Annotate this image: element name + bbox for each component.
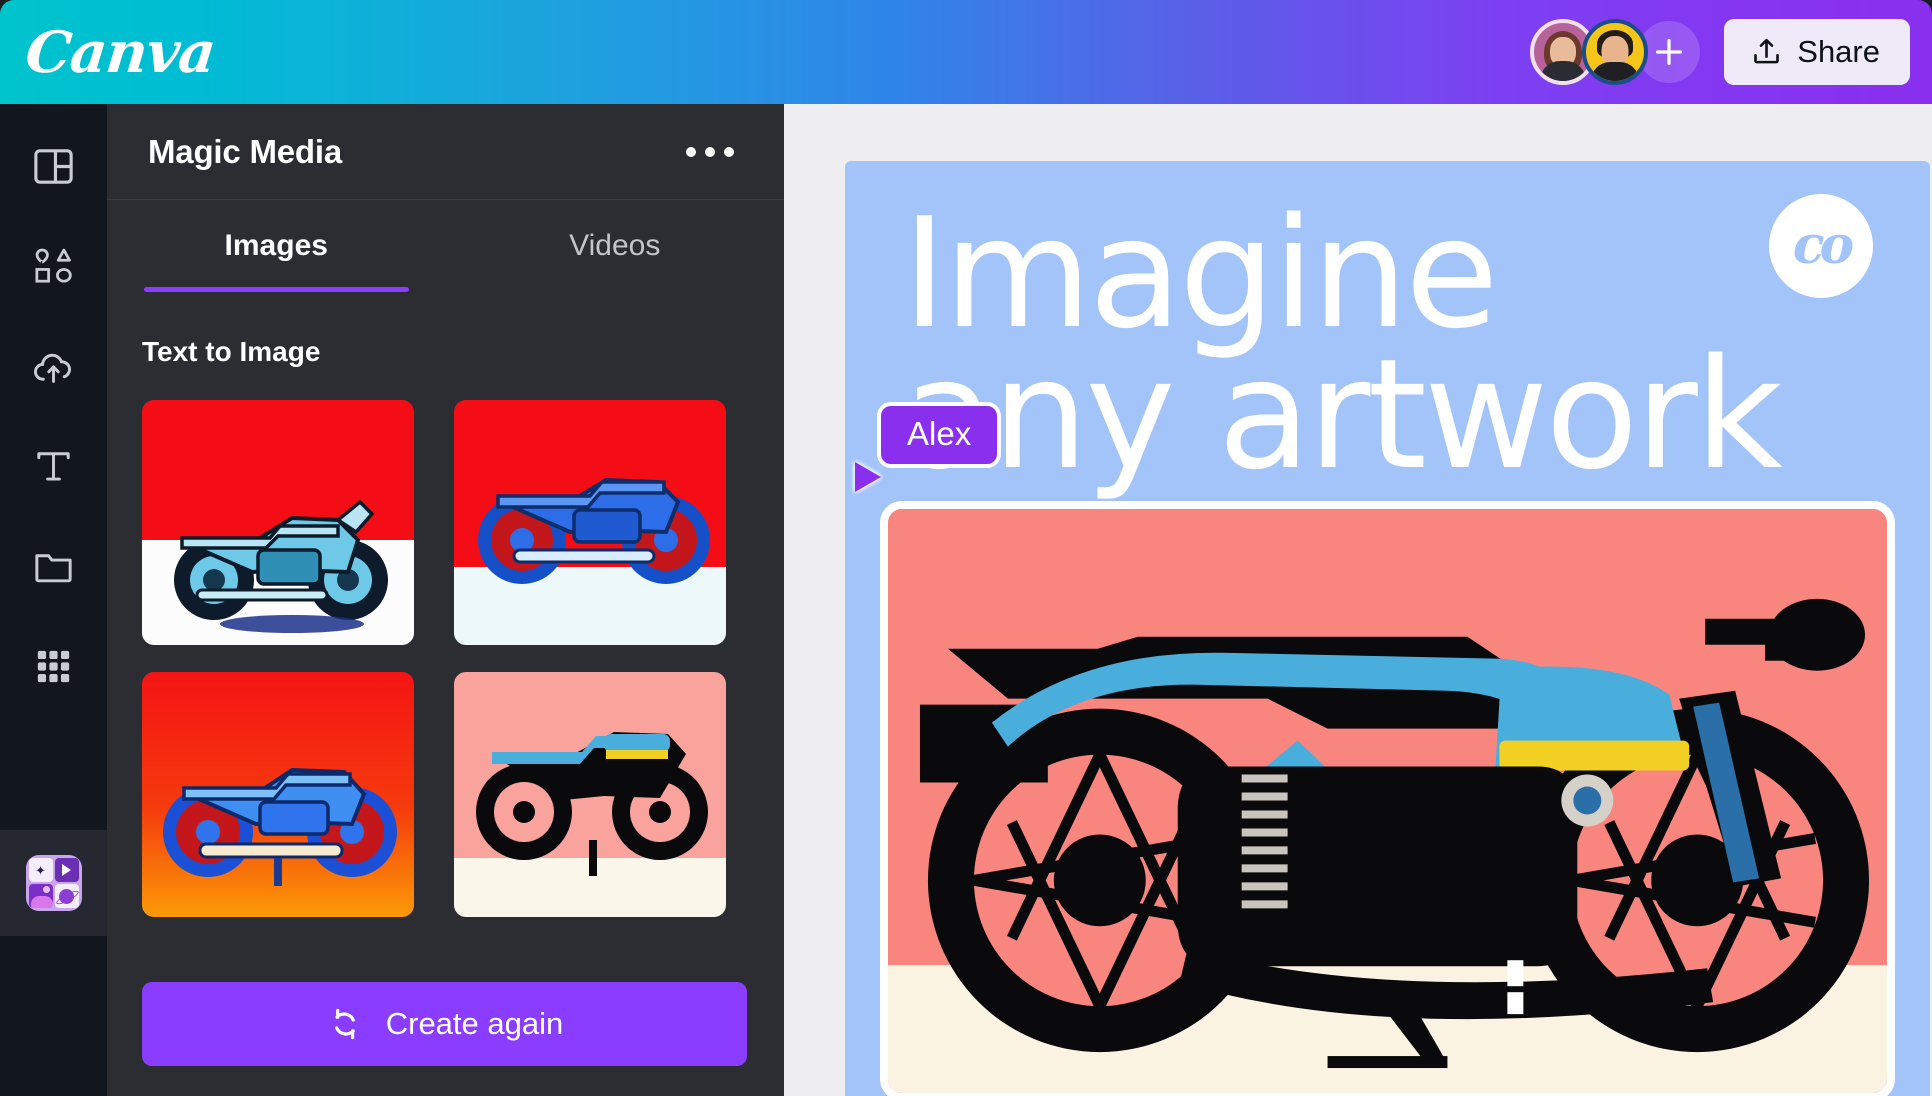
co-logo-badge: co bbox=[1769, 194, 1873, 298]
design-layout-icon bbox=[34, 148, 73, 184]
sidebar-item-uploads[interactable] bbox=[10, 316, 98, 416]
motorcycle-illustration-1 bbox=[174, 499, 388, 633]
result-thumbnail-3[interactable] bbox=[142, 672, 414, 917]
result-thumbnail-1[interactable] bbox=[142, 400, 414, 645]
magic-media-sparkle-quadrant: ✦ bbox=[28, 858, 53, 882]
page-title: Magic Media bbox=[148, 132, 343, 170]
top-bar: Canva Share bbox=[0, 0, 1932, 104]
collaborator-avatars bbox=[1530, 19, 1701, 85]
magic-media-planet-quadrant bbox=[54, 884, 79, 908]
folder-icon bbox=[35, 553, 72, 582]
headline-line-2: any artwork bbox=[902, 326, 1783, 504]
generated-results-grid bbox=[107, 368, 784, 917]
sidebar-item-elements[interactable] bbox=[10, 216, 98, 316]
magic-media-panel: Magic Media Images Videos Text to Image bbox=[107, 104, 784, 1096]
panel-header: Magic Media bbox=[107, 104, 784, 200]
top-bar-actions: Share bbox=[1530, 19, 1910, 85]
cloud-upload-icon bbox=[34, 353, 71, 383]
sidebar-item-projects[interactable] bbox=[10, 516, 98, 616]
canvas-artwork-image[interactable] bbox=[880, 501, 1895, 1096]
panel-tabs: Images Videos bbox=[107, 200, 784, 292]
create-again-button[interactable]: Create again bbox=[142, 982, 747, 1066]
more-options-icon[interactable] bbox=[676, 137, 744, 167]
motorcycle-illustration-2 bbox=[477, 477, 710, 584]
section-label-text-to-image: Text to Image bbox=[142, 336, 321, 367]
plus-icon bbox=[1656, 39, 1683, 65]
magic-media-image-quadrant bbox=[28, 884, 53, 908]
sidebar-item-apps[interactable] bbox=[10, 616, 98, 716]
rail-bottom-filler bbox=[0, 936, 107, 1096]
left-icon-rail: ✦ bbox=[0, 104, 107, 1096]
share-button[interactable]: Share bbox=[1724, 19, 1910, 85]
tab-videos[interactable]: Videos bbox=[446, 200, 785, 292]
canva-logo[interactable]: Canva bbox=[22, 19, 218, 86]
motorcycle-illustration-4 bbox=[475, 732, 708, 876]
upload-icon bbox=[1754, 38, 1780, 63]
tab-images[interactable]: Images bbox=[107, 200, 446, 292]
share-button-label: Share bbox=[1797, 34, 1880, 69]
create-again-label: Create again bbox=[385, 1006, 564, 1041]
cursor-pointer-icon bbox=[855, 462, 881, 492]
result-thumbnail-4[interactable] bbox=[453, 672, 726, 917]
co-logo-text: co bbox=[1792, 215, 1854, 276]
avatar-body bbox=[1591, 62, 1640, 81]
collaborator-avatar-2[interactable] bbox=[1582, 19, 1649, 85]
sidebar-item-text[interactable] bbox=[10, 416, 98, 516]
motorcycle-illustration-main bbox=[919, 598, 1870, 1069]
elements-shapes-icon bbox=[35, 248, 72, 283]
sidebar-item-magic-media[interactable]: ✦ bbox=[0, 830, 107, 936]
grid-apps-icon bbox=[37, 650, 70, 682]
tab-images-label: Images bbox=[224, 229, 328, 262]
magic-media-play-quadrant bbox=[54, 858, 79, 882]
sidebar-item-design[interactable] bbox=[10, 116, 98, 216]
refresh-icon bbox=[334, 1008, 355, 1040]
canva-editor-window: Canva Share ✦ Magic Media Images Videos … bbox=[0, 0, 1932, 1096]
magic-media-icon: ✦ bbox=[25, 855, 82, 911]
canvas-headline[interactable]: Imagine any artwork bbox=[902, 198, 1920, 504]
result-thumbnail-2[interactable] bbox=[453, 400, 726, 645]
tab-videos-label: Videos bbox=[569, 229, 661, 262]
motorcycle-illustration-3 bbox=[163, 767, 397, 886]
text-t-icon bbox=[37, 451, 70, 481]
design-canvas[interactable]: Imagine any artwork co Alex bbox=[845, 161, 1930, 1096]
canvas-workspace[interactable]: Imagine any artwork co Alex bbox=[784, 104, 1932, 1096]
